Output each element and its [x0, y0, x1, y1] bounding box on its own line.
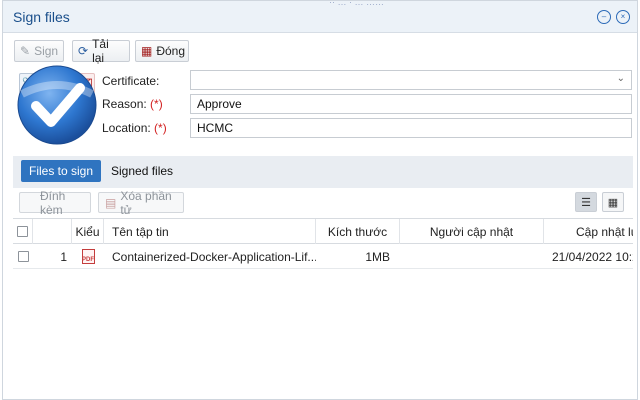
- reason-input[interactable]: Approve: [190, 94, 632, 114]
- row-checkbox[interactable]: [17, 251, 29, 262]
- row-type: PDF: [72, 244, 104, 269]
- row-size: 1MB: [365, 249, 390, 264]
- file-tabs: Files to sign Signed files: [13, 156, 633, 188]
- header-updated-at[interactable]: Cập nhật lú: [544, 219, 633, 244]
- reason-required-mark: (*): [150, 97, 163, 111]
- sign-button[interactable]: ✎ Sign: [14, 40, 64, 62]
- files-grid: Kiểu Tên tập tin Kích thước Người cập nh…: [13, 218, 633, 400]
- list-view-icon: ☰: [581, 196, 591, 209]
- header-type[interactable]: Kiểu: [72, 219, 104, 244]
- delete-item-icon: ▤: [105, 195, 117, 210]
- attach-button-label: Đính kèm: [40, 188, 66, 217]
- reason-label-text: Reason:: [102, 97, 147, 111]
- header-select-all[interactable]: [13, 219, 33, 244]
- reload-button-label: Tải lại: [92, 37, 109, 65]
- location-input[interactable]: HCMC: [190, 118, 632, 138]
- row-index: 1: [60, 249, 67, 264]
- row-updated-at: 21/04/2022 10:2: [552, 249, 633, 264]
- attach-button[interactable]: Đính kèm: [19, 189, 91, 217]
- header-filename[interactable]: Tên tập tin: [104, 219, 316, 244]
- chevron-down-icon: ⌄: [616, 73, 625, 84]
- header-index: [33, 219, 72, 244]
- background-text: ·· … · … ……: [329, 0, 384, 7]
- reason-label: Reason: (*): [102, 97, 163, 111]
- pen-icon: ✎: [20, 44, 31, 58]
- header-updated-by[interactable]: Người cập nhật: [400, 219, 544, 244]
- row-updated-by: [400, 244, 544, 269]
- tab-signed-files[interactable]: Signed files: [103, 160, 181, 182]
- row-filename[interactable]: Containerized-Docker-Application-Lif...: [104, 244, 316, 269]
- location-label: Location: (*): [102, 121, 167, 135]
- tab-files-to-sign[interactable]: Files to sign: [21, 160, 102, 182]
- minimize-icon[interactable]: –: [597, 10, 611, 24]
- delete-item-button-label: Xóa phần tử: [120, 188, 172, 217]
- signed-check-icon: [17, 65, 97, 145]
- refresh-icon: ⟳: [78, 44, 89, 58]
- reload-button[interactable]: ⟳ Tải lại: [72, 37, 130, 65]
- pdf-file-icon: PDF: [81, 249, 95, 264]
- location-label-text: Location:: [102, 121, 151, 135]
- row-checkbox-cell[interactable]: [13, 244, 33, 269]
- grid-view-icon: ▦: [607, 196, 619, 209]
- select-all-checkbox[interactable]: [17, 226, 28, 237]
- location-required-mark: (*): [154, 121, 167, 135]
- grid-header: Kiểu Tên tập tin Kích thước Người cập nh…: [13, 219, 633, 244]
- certificate-select[interactable]: ⌄: [190, 70, 632, 90]
- sign-button-label: Sign: [34, 44, 59, 58]
- close-icon[interactable]: ×: [616, 10, 630, 24]
- delete-item-button[interactable]: ▤ Xóa phần tử: [98, 189, 184, 217]
- list-view-button[interactable]: ☰: [575, 192, 597, 212]
- certificate-label: Certificate:: [102, 74, 160, 88]
- close-button[interactable]: ▦ Đóng: [135, 40, 189, 62]
- table-row[interactable]: 1 PDF Containerized-Docker-Application-L…: [13, 244, 633, 269]
- exit-door-icon: ▦: [141, 44, 153, 58]
- dialog-title: Sign files: [13, 9, 70, 25]
- sign-files-dialog: Sign files ·· … · … …… – × ✎ Sign ⟳ Tải …: [2, 0, 638, 400]
- close-button-label: Đóng: [156, 44, 186, 58]
- header-size[interactable]: Kích thước: [316, 219, 400, 244]
- grid-view-button[interactable]: ▦: [602, 192, 624, 212]
- dialog-titlebar: Sign files ·· … · … …… – ×: [3, 0, 637, 33]
